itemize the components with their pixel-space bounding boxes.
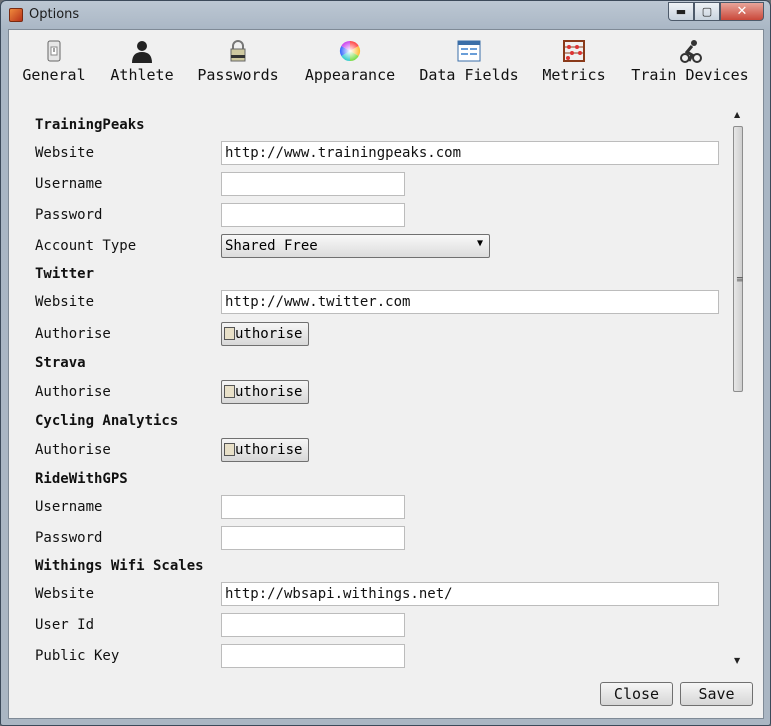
tp-password-label: Password	[35, 207, 103, 223]
options-window: Options ▬ ▢ ✕ General Athlete Passwords …	[0, 0, 771, 726]
section-trainingpeaks: TrainingPeaks	[35, 117, 145, 133]
minimize-button[interactable]: ▬	[668, 2, 694, 21]
authorise-icon	[224, 327, 235, 340]
tp-username-label: Username	[35, 176, 103, 192]
title-bar[interactable]: Options ▬ ▢ ✕	[1, 1, 770, 29]
scroll-up-arrow-icon[interactable]: ▲	[734, 110, 740, 119]
ca-authorise-label: Authorise	[35, 442, 111, 458]
twitter-website-label: Website	[35, 294, 95, 310]
ca-authorise-button[interactable]: uthorise	[221, 438, 309, 462]
close-button[interactable]: Close	[600, 682, 673, 706]
section-ridewithgps: RideWithGPS	[35, 471, 128, 487]
tab-appearance-label: Appearance	[304, 66, 396, 84]
tab-train-devices-label: Train Devices	[631, 66, 749, 84]
vertical-scrollbar[interactable]: ▲ ≡ ▼	[731, 108, 745, 668]
save-button[interactable]: Save	[680, 682, 753, 706]
strava-authorise-button-label: uthorise	[235, 384, 303, 400]
scrollbar-grip-icon: ≡	[736, 275, 744, 285]
tab-passwords[interactable]: Passwords	[196, 30, 280, 88]
scrollbar-thumb[interactable]: ≡	[733, 126, 744, 392]
tp-password-field[interactable]	[221, 203, 405, 227]
tp-website-field[interactable]: http://www.trainingpeaks.com	[221, 141, 719, 165]
twitter-website-field[interactable]: http://www.twitter.com	[221, 290, 719, 314]
options-panel: General Athlete Passwords Appearance Dat…	[8, 29, 764, 719]
withings-website-field[interactable]: http://wbsapi.withings.net/	[221, 582, 719, 606]
tab-athlete[interactable]: Athlete	[107, 30, 177, 88]
dropdown-arrow-icon: ▼	[476, 238, 483, 249]
withings-userid-field[interactable]	[221, 613, 405, 637]
general-icon	[41, 38, 67, 64]
twitter-authorise-label: Authorise	[35, 326, 111, 342]
train-devices-icon	[677, 38, 703, 64]
appearance-icon	[337, 38, 363, 64]
tab-data-fields-label: Data Fields	[419, 66, 519, 84]
withings-publickey-field[interactable]	[221, 644, 405, 668]
ca-authorise-button-label: uthorise	[235, 442, 303, 458]
section-strava: Strava	[35, 355, 86, 371]
section-twitter: Twitter	[35, 266, 95, 282]
tab-metrics-label: Metrics	[542, 66, 606, 84]
tab-general-label: General	[22, 66, 86, 84]
tp-username-field[interactable]	[221, 172, 405, 196]
app-icon	[9, 8, 23, 22]
tp-account-type-select[interactable]: Shared Free ▼	[221, 234, 490, 258]
tab-passwords-label: Passwords	[197, 66, 279, 84]
tab-athlete-label: Athlete	[110, 66, 174, 84]
twitter-authorise-button-label: uthorise	[235, 326, 303, 342]
tab-general[interactable]: General	[20, 30, 88, 88]
athlete-icon	[129, 38, 155, 64]
section-withings: Withings Wifi Scales	[35, 558, 204, 574]
window-title: Options	[29, 7, 80, 22]
tab-data-fields[interactable]: Data Fields	[418, 30, 520, 88]
rwgps-username-label: Username	[35, 499, 103, 515]
tab-metrics[interactable]: Metrics	[540, 30, 608, 88]
withings-publickey-label: Public Key	[35, 648, 120, 664]
category-toolbar: General Athlete Passwords Appearance Dat…	[9, 30, 763, 89]
settings-scroll-area[interactable]: TrainingPeaks Website http://www.trainin…	[9, 88, 763, 668]
rwgps-password-field[interactable]	[221, 526, 405, 550]
tab-train-devices[interactable]: Train Devices	[629, 30, 751, 88]
tp-account-type-value: Shared Free	[225, 238, 318, 254]
withings-userid-label: User Id	[35, 617, 95, 633]
strava-authorise-label: Authorise	[35, 384, 111, 400]
rwgps-password-label: Password	[35, 530, 103, 546]
authorise-icon	[224, 385, 235, 398]
scroll-down-arrow-icon[interactable]: ▼	[734, 656, 740, 665]
data-fields-icon	[456, 38, 482, 64]
twitter-authorise-button[interactable]: uthorise	[221, 322, 309, 346]
rwgps-username-field[interactable]	[221, 495, 405, 519]
metrics-icon	[561, 38, 587, 64]
close-window-button[interactable]: ✕	[720, 2, 764, 21]
tp-website-label: Website	[35, 145, 95, 161]
strava-authorise-button[interactable]: uthorise	[221, 380, 309, 404]
section-cycling-analytics: Cycling Analytics	[35, 413, 179, 429]
withings-website-label: Website	[35, 586, 95, 602]
passwords-icon	[225, 38, 251, 64]
tab-appearance[interactable]: Appearance	[303, 30, 397, 88]
authorise-icon	[224, 443, 235, 456]
tp-account-type-label: Account Type	[35, 238, 137, 254]
maximize-button[interactable]: ▢	[694, 2, 720, 21]
